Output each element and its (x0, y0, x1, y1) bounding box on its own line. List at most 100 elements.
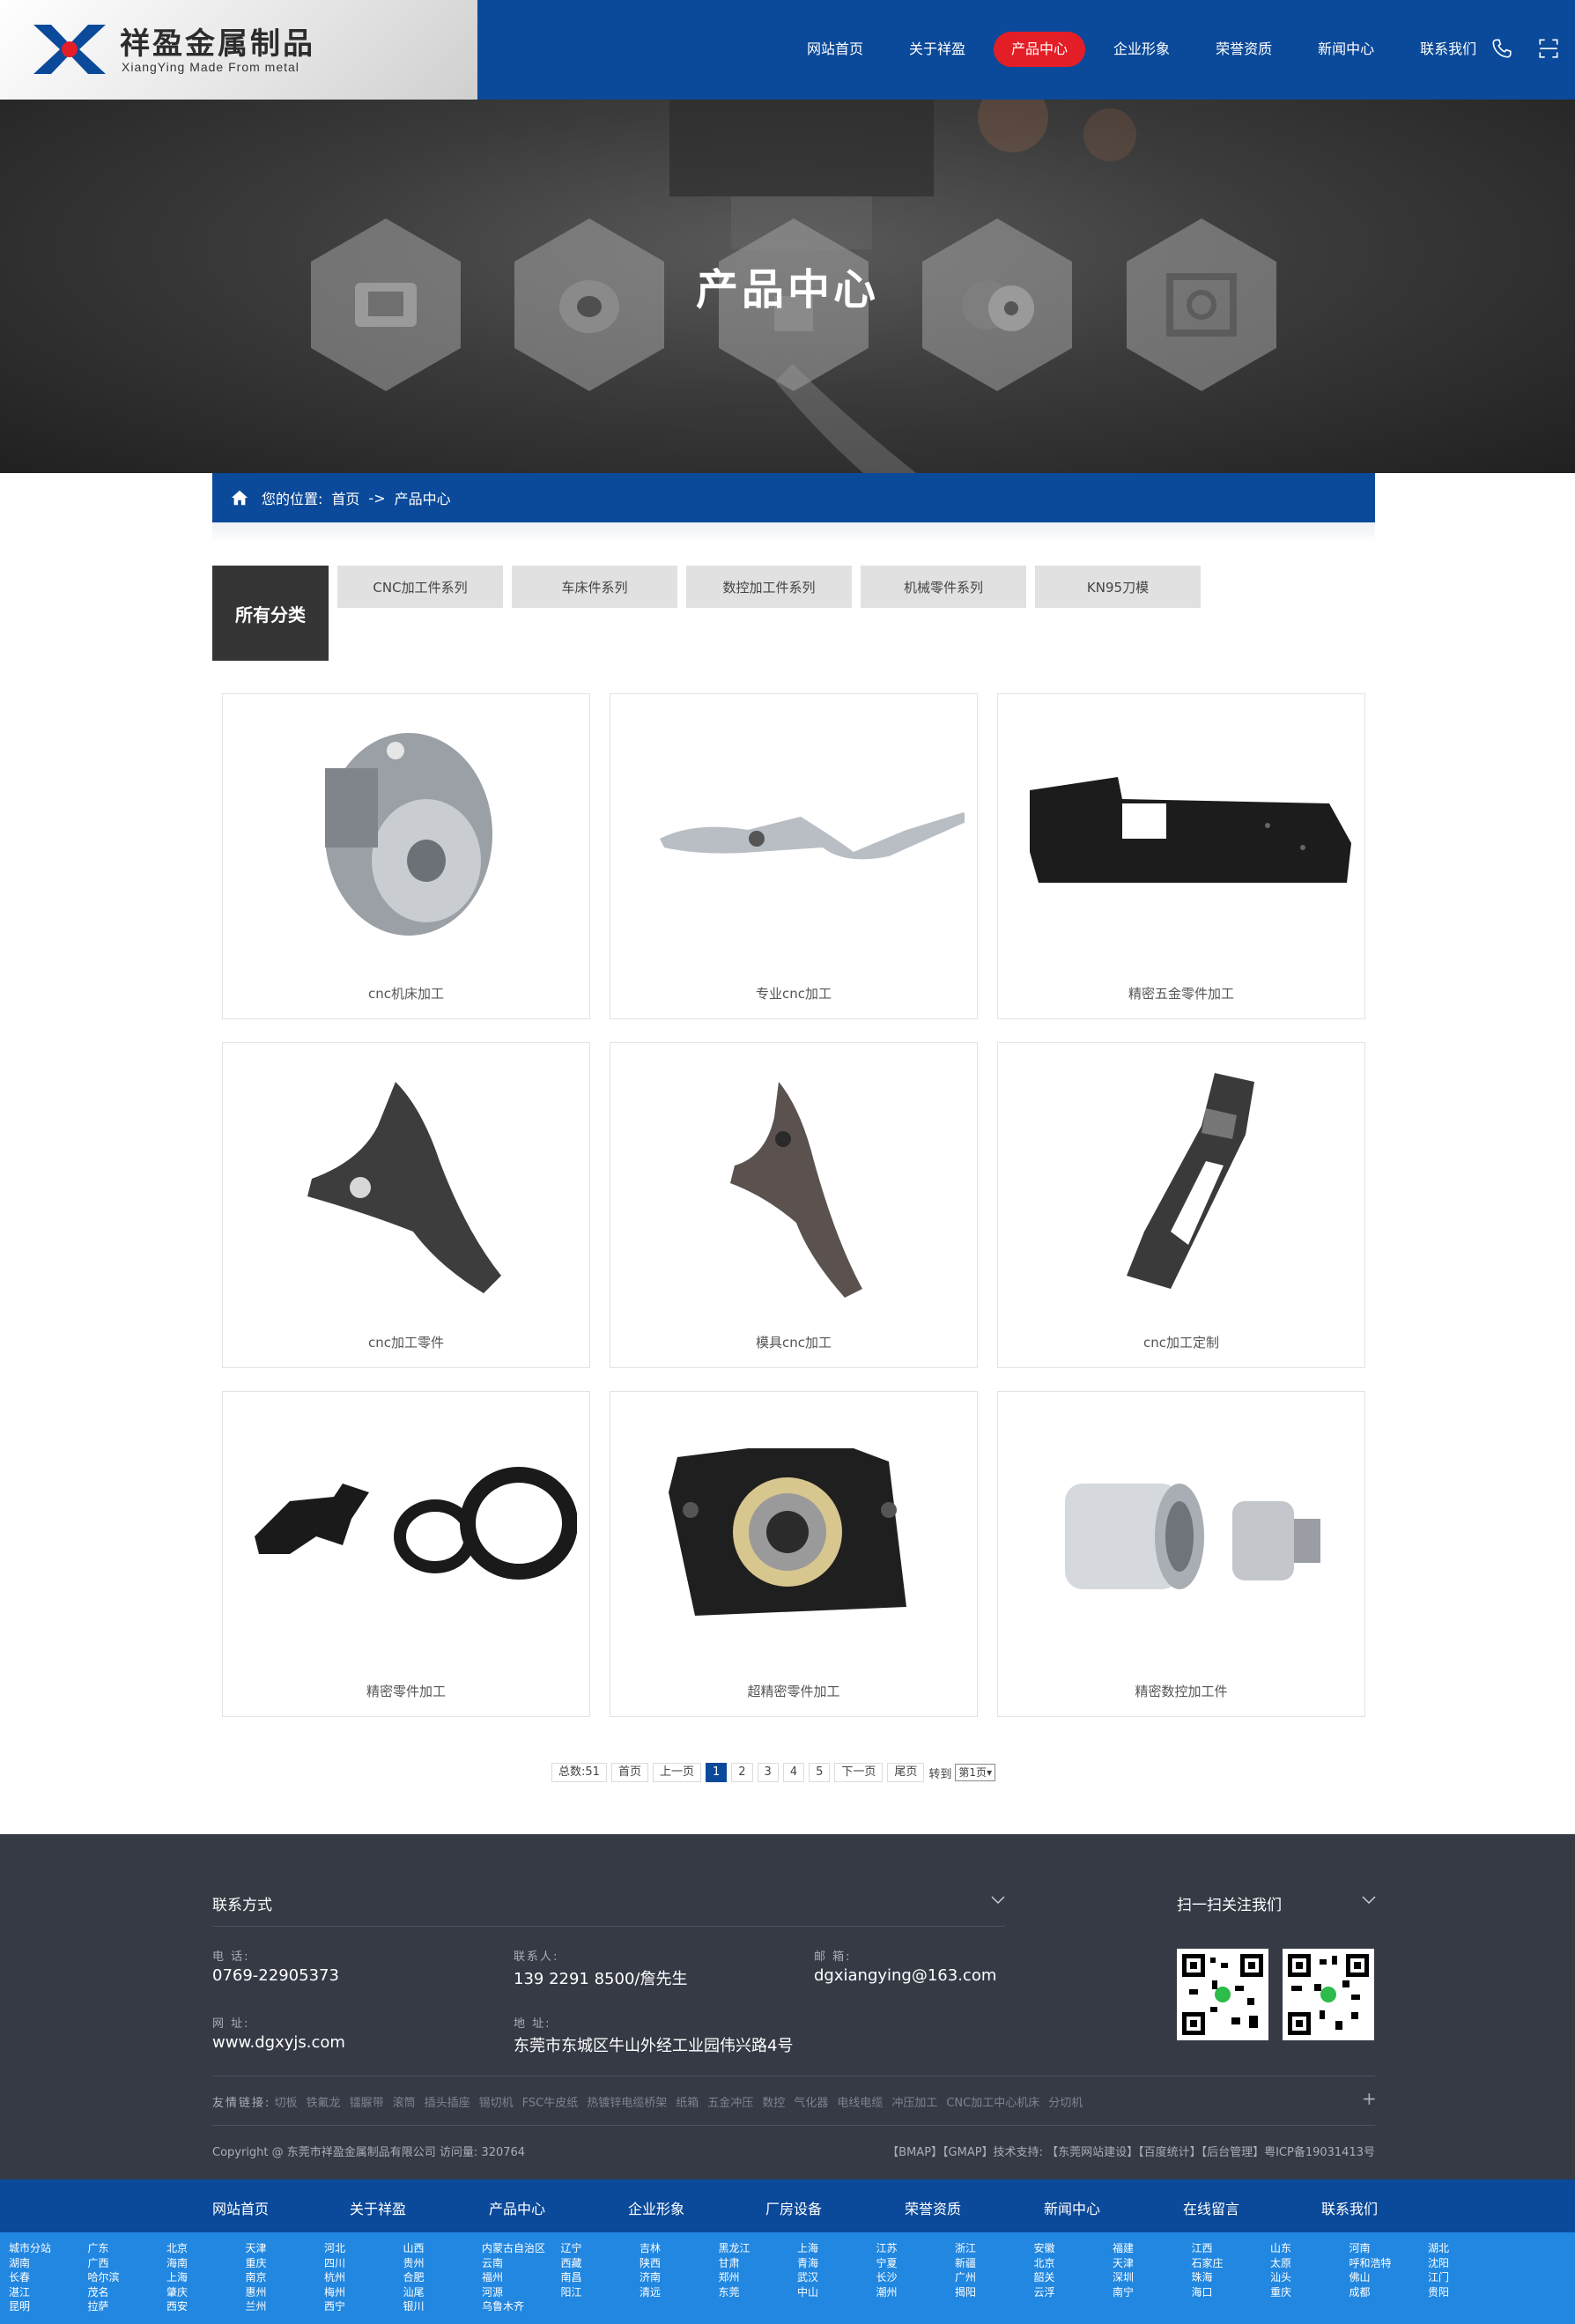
friend-link[interactable]: 分切机 (1048, 2097, 1083, 2110)
city-link[interactable]: 陕西 (640, 2256, 661, 2271)
city-link[interactable]: 上海 (166, 2270, 188, 2285)
city-link[interactable]: 济南 (640, 2270, 661, 2285)
expand-plus-icon[interactable]: + (1362, 2088, 1377, 2109)
pagination-page-4[interactable]: 4 (782, 1763, 805, 1782)
footer-nav-item-8[interactable]: 在线留言 (1183, 2197, 1239, 2218)
city-link[interactable]: 东莞 (719, 2285, 751, 2300)
category-tab-1[interactable]: CNC加工件系列 (337, 566, 503, 608)
nav-item-5[interactable]: 荣誉资质 (1198, 32, 1290, 67)
product-label[interactable]: cnc加工零件 (223, 1333, 589, 1351)
city-link[interactable]: 拉萨 (88, 2299, 120, 2314)
city-link[interactable]: 长春 (9, 2270, 51, 2285)
city-link[interactable]: 乌鲁木齐 (482, 2299, 545, 2314)
city-link[interactable]: 太原 (1270, 2256, 1291, 2271)
product-image[interactable] (625, 1404, 965, 1660)
city-link[interactable]: 汕尾 (403, 2285, 425, 2300)
product-image[interactable] (1012, 1404, 1352, 1660)
pagination-page-3[interactable]: 3 (757, 1763, 779, 1782)
city-link[interactable]: 青海 (797, 2256, 818, 2271)
city-link[interactable]: 梅州 (324, 2285, 345, 2300)
friend-link[interactable]: 热镀锌电缆桥架 (587, 2097, 667, 2110)
qr-scan-icon[interactable] (1537, 37, 1560, 60)
product-image[interactable] (237, 1404, 577, 1660)
city-link[interactable]: 上海 (797, 2241, 818, 2256)
city-link[interactable]: 湖南 (9, 2256, 51, 2271)
footer-nav-item-4[interactable]: 企业形象 (628, 2197, 684, 2218)
chevron-down-icon[interactable] (1362, 1896, 1376, 1905)
city-link[interactable]: 南宁 (1113, 2285, 1134, 2300)
pagination-page-select[interactable]: 第1页▾ (955, 1764, 996, 1781)
friend-link[interactable]: 铁氟龙 (307, 2097, 341, 2110)
product-label[interactable]: 精密零件加工 (223, 1682, 589, 1700)
product-label[interactable]: 精密数控加工件 (998, 1682, 1364, 1700)
friend-link[interactable]: 数控 (762, 2097, 785, 2110)
footer-email[interactable]: dgxiangying@163.com (814, 1966, 996, 1985)
city-link[interactable]: 合肥 (403, 2270, 425, 2285)
city-link[interactable]: 河源 (482, 2285, 545, 2300)
product-label[interactable]: 精密五金零件加工 (998, 984, 1364, 1003)
friend-link[interactable]: 电线电缆 (837, 2097, 883, 2110)
city-link[interactable]: 茂名 (88, 2285, 120, 2300)
city-link[interactable]: 山东 (1270, 2241, 1291, 2256)
pagination-next[interactable]: 下一页 (834, 1763, 884, 1782)
product-card[interactable]: 精密零件加工 (222, 1391, 590, 1717)
city-link[interactable]: 韶关 (1034, 2270, 1055, 2285)
city-link[interactable]: 甘肃 (719, 2256, 751, 2271)
city-link[interactable]: 天津 (1113, 2256, 1134, 2271)
category-tab-5[interactable]: KN95刀模 (1035, 566, 1201, 608)
product-card[interactable]: 精密五金零件加工 (997, 693, 1365, 1019)
city-link[interactable]: 四川 (324, 2256, 345, 2271)
nav-item-7[interactable]: 联系我们 (1402, 32, 1494, 67)
product-label[interactable]: 模具cnc加工 (610, 1333, 977, 1351)
city-link[interactable]: 河北 (324, 2241, 345, 2256)
friend-link[interactable]: 滚筒 (393, 2097, 416, 2110)
footer-nav-item-5[interactable]: 厂房设备 (765, 2197, 822, 2218)
city-link[interactable]: 哈尔滨 (88, 2270, 120, 2285)
home-icon[interactable] (230, 488, 249, 507)
city-link[interactable]: 安徽 (1034, 2241, 1055, 2256)
friend-link[interactable]: 五金冲压 (707, 2097, 753, 2110)
city-link[interactable]: 深圳 (1113, 2270, 1134, 2285)
nav-item-1[interactable]: 网站首页 (789, 32, 881, 67)
nav-item-3[interactable]: 产品中心 (994, 32, 1086, 67)
friend-link[interactable]: 锡切机 (479, 2097, 514, 2110)
city-link[interactable]: 新疆 (955, 2256, 976, 2271)
city-link[interactable]: 云浮 (1034, 2285, 1055, 2300)
category-tab-2[interactable]: 车床件系列 (512, 566, 677, 608)
city-link[interactable]: 中山 (797, 2285, 818, 2300)
city-link[interactable]: 南京 (246, 2270, 267, 2285)
product-label[interactable]: 超精密零件加工 (610, 1682, 977, 1700)
nav-item-6[interactable]: 新闻中心 (1300, 32, 1392, 67)
city-link[interactable]: 郑州 (719, 2270, 751, 2285)
category-tab-3[interactable]: 数控加工件系列 (686, 566, 852, 608)
friend-link[interactable]: FSC牛皮纸 (522, 2097, 579, 2110)
city-link[interactable]: 珠海 (1192, 2270, 1224, 2285)
city-link[interactable]: 北京 (1034, 2256, 1055, 2271)
city-link[interactable]: 海口 (1192, 2285, 1224, 2300)
pagination-page-1[interactable]: 1 (705, 1763, 728, 1782)
city-link[interactable]: 山西 (403, 2241, 425, 2256)
city-link[interactable]: 贵阳 (1428, 2285, 1449, 2300)
city-link[interactable]: 福建 (1113, 2241, 1134, 2256)
chevron-down-icon[interactable] (991, 1896, 1005, 1905)
logo[interactable]: 祥盈金属制品 XiangYing Made From metal (0, 0, 477, 100)
friend-link[interactable]: 切板 (275, 2097, 298, 2110)
city-link[interactable]: 福州 (482, 2270, 545, 2285)
city-link[interactable]: 浙江 (955, 2241, 976, 2256)
city-link[interactable]: 杭州 (324, 2270, 345, 2285)
city-link[interactable]: 湖北 (1428, 2241, 1449, 2256)
city-link[interactable]: 潮州 (876, 2285, 898, 2300)
product-image[interactable] (237, 707, 577, 962)
footer-right-links[interactable]: 【BMAP】【GMAP】技术支持: 【东莞网站建设】【百度统计】【后台管理】粤I… (887, 2143, 1375, 2159)
phone-icon[interactable] (1490, 37, 1513, 60)
product-card[interactable]: cnc加工定制 (997, 1042, 1365, 1368)
product-card[interactable]: cnc机床加工 (222, 693, 590, 1019)
city-link[interactable]: 内蒙古自治区 (482, 2241, 545, 2256)
friend-link[interactable]: 冲压加工 (891, 2097, 937, 2110)
city-link[interactable]: 昆明 (9, 2299, 51, 2314)
product-image[interactable] (625, 1055, 965, 1311)
city-link[interactable]: 吉林 (640, 2241, 661, 2256)
city-link[interactable]: 银川 (403, 2299, 425, 2314)
city-link[interactable]: 沈阳 (1428, 2256, 1449, 2271)
product-card[interactable]: 模具cnc加工 (610, 1042, 978, 1368)
